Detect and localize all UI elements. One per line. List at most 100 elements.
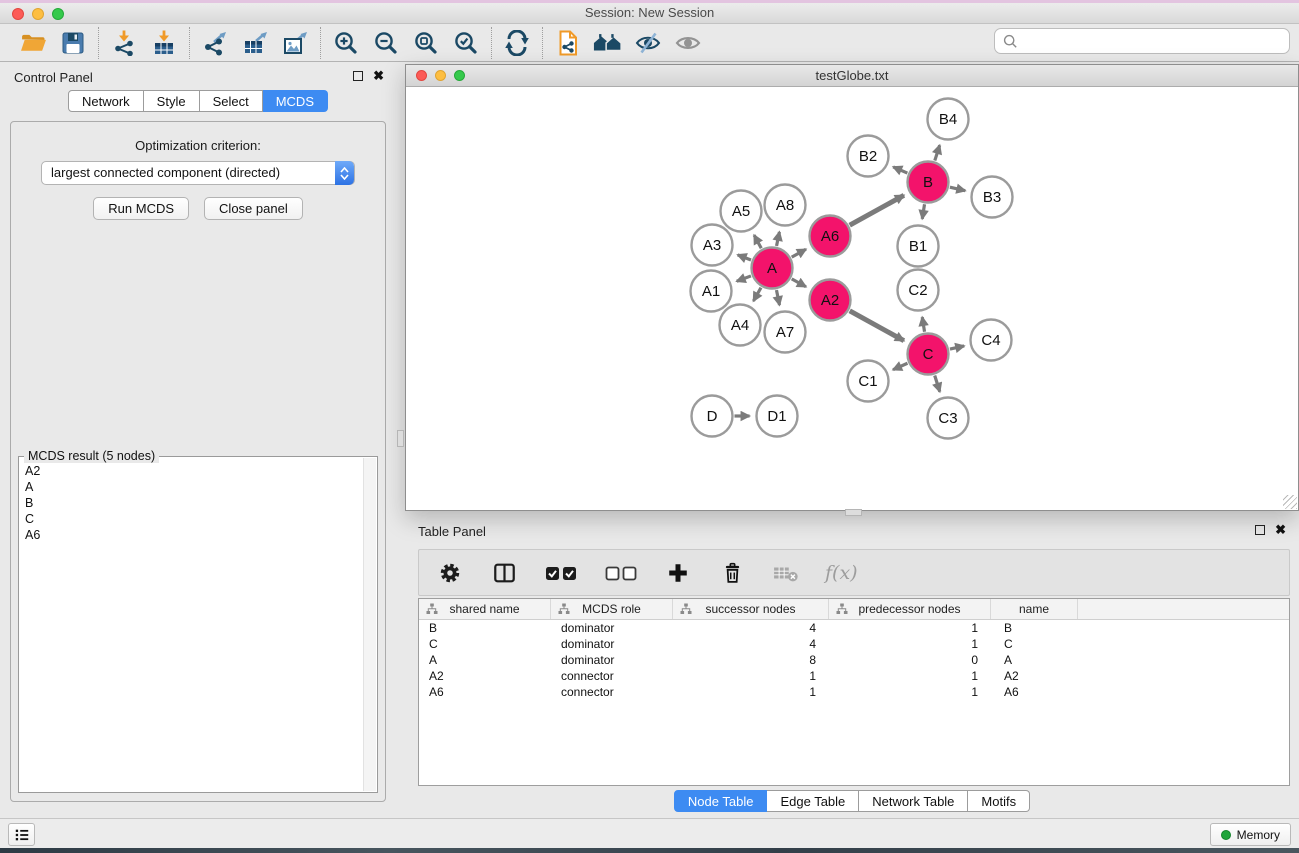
graph-node-C2[interactable]: C2	[898, 270, 939, 311]
table-cell[interactable]: 4	[673, 620, 829, 636]
split-divider-handle-vertical[interactable]	[397, 430, 404, 447]
zoom-out-icon[interactable]	[371, 28, 401, 58]
export-network-icon[interactable]	[200, 28, 230, 58]
column-header-mcds-role[interactable]: MCDS role	[551, 599, 673, 619]
network-window-titlebar[interactable]: testGlobe.txt	[406, 65, 1298, 87]
graph-node-C4[interactable]: C4	[971, 320, 1012, 361]
export-image-icon[interactable]	[280, 28, 310, 58]
graph-node-B[interactable]: B	[908, 162, 949, 203]
table-cell[interactable]: A6	[419, 684, 551, 700]
graph-node-B1[interactable]: B1	[898, 226, 939, 267]
table-row[interactable]: Adominator80A	[419, 652, 1289, 668]
close-panel-icon[interactable]: ✖	[373, 71, 384, 81]
table-cell[interactable]: C	[991, 636, 1078, 652]
mcds-result-item[interactable]: B	[25, 495, 375, 511]
table-row[interactable]: Bdominator41B	[419, 620, 1289, 636]
split-divider-handle-horizontal[interactable]	[845, 509, 862, 516]
table-cell[interactable]: 1	[829, 636, 991, 652]
graph-node-A2[interactable]: A2	[810, 280, 851, 321]
table-cell[interactable]: 1	[829, 620, 991, 636]
graph-node-A8[interactable]: A8	[765, 185, 806, 226]
graph-node-A7[interactable]: A7	[765, 312, 806, 353]
table-cell[interactable]: 1	[829, 668, 991, 684]
table-cell[interactable]: dominator	[551, 652, 673, 668]
network-canvas[interactable]: AA1A2A3A4A5A6A7A8BB1B2B3B4CC1C2C3C4DD1	[406, 87, 1298, 510]
table-cell[interactable]: 0	[829, 652, 991, 668]
float-panel-icon[interactable]	[353, 71, 363, 81]
search-box[interactable]	[994, 28, 1290, 54]
graph-edge-A2-C[interactable]	[850, 311, 904, 341]
table-cell[interactable]: dominator	[551, 620, 673, 636]
table-cell[interactable]: 8	[673, 652, 829, 668]
table-cell[interactable]: dominator	[551, 636, 673, 652]
graph-node-C[interactable]: C	[908, 334, 949, 375]
table-settings-gear-icon[interactable]	[435, 558, 465, 588]
graph-node-A1[interactable]: A1	[691, 271, 732, 312]
table-cell[interactable]: A6	[991, 684, 1078, 700]
graph-edge-C-C2[interactable]	[922, 317, 924, 332]
table-cell[interactable]: connector	[551, 684, 673, 700]
graph-node-A6[interactable]: A6	[810, 216, 851, 257]
graph-node-D[interactable]: D	[692, 396, 733, 437]
table-cell[interactable]: connector	[551, 668, 673, 684]
table-cell[interactable]: 1	[673, 668, 829, 684]
graph-edge-A6-B[interactable]	[850, 195, 904, 225]
show-column-icon[interactable]	[489, 558, 519, 588]
graph-edge-C-C4[interactable]	[950, 346, 964, 349]
table-cell[interactable]: A2	[991, 668, 1078, 684]
graph-node-C1[interactable]: C1	[848, 361, 889, 402]
graph-edge-C-C3[interactable]	[935, 375, 940, 391]
column-header-successor-nodes[interactable]: successor nodes	[673, 599, 829, 619]
graph-node-B4[interactable]: B4	[928, 99, 969, 140]
graph-edge-A-A1[interactable]	[737, 276, 751, 281]
close-table-panel-icon[interactable]: ✖	[1275, 525, 1286, 535]
task-history-button[interactable]	[8, 823, 35, 846]
zoom-network-window-button[interactable]	[454, 70, 465, 81]
hide-selected-eye-icon[interactable]	[633, 28, 663, 58]
graph-edge-C-C1[interactable]	[893, 363, 907, 369]
mcds-result-item[interactable]: A6	[25, 527, 375, 543]
graph-node-B2[interactable]: B2	[848, 136, 889, 177]
graph-edge-A-A2[interactable]	[792, 279, 806, 287]
graph-edge-A-A4[interactable]	[753, 288, 761, 301]
tab-network[interactable]: Network	[68, 90, 144, 112]
close-window-button[interactable]	[12, 8, 24, 20]
zoom-selected-icon[interactable]	[451, 28, 481, 58]
graph-node-A5[interactable]: A5	[721, 191, 762, 232]
minimize-network-window-button[interactable]	[435, 70, 446, 81]
graph-edge-B-B1[interactable]	[922, 204, 924, 219]
run-mcds-button[interactable]: Run MCDS	[93, 197, 189, 220]
deselect-all-icon[interactable]	[603, 558, 639, 588]
zoom-fit-icon[interactable]	[411, 28, 441, 58]
column-header-predecessor-nodes[interactable]: predecessor nodes	[829, 599, 991, 619]
export-table-icon[interactable]	[240, 28, 270, 58]
graph-edge-B-B3[interactable]	[950, 187, 965, 191]
add-column-icon[interactable]	[663, 558, 693, 588]
mcds-result-item[interactable]: A	[25, 479, 375, 495]
tab-select[interactable]: Select	[200, 90, 263, 112]
close-panel-button[interactable]: Close panel	[204, 197, 303, 220]
graph-node-C3[interactable]: C3	[928, 398, 969, 439]
network-graph[interactable]: AA1A2A3A4A5A6A7A8BB1B2B3B4CC1C2C3C4DD1	[406, 87, 1298, 510]
table-row[interactable]: A6connector11A6	[419, 684, 1289, 700]
table-cell[interactable]: 1	[829, 684, 991, 700]
graph-node-A[interactable]: A	[752, 248, 793, 289]
tab-style[interactable]: Style	[144, 90, 200, 112]
graph-edge-B-B2[interactable]	[893, 167, 907, 173]
minimize-window-button[interactable]	[32, 8, 44, 20]
tab-motifs[interactable]: Motifs	[968, 790, 1030, 812]
table-row[interactable]: Cdominator41C	[419, 636, 1289, 652]
table-cell[interactable]: 1	[673, 684, 829, 700]
refresh-icon[interactable]	[502, 28, 532, 58]
graph-node-A4[interactable]: A4	[720, 305, 761, 346]
tab-node-table[interactable]: Node Table	[674, 790, 768, 812]
new-network-from-selection-icon[interactable]	[553, 28, 583, 58]
window-resize-grip[interactable]	[1283, 495, 1297, 509]
graph-edge-A-A7[interactable]	[776, 290, 779, 305]
table-cell[interactable]: A	[991, 652, 1078, 668]
graph-edge-A-A6[interactable]	[792, 249, 806, 257]
tab-network-table[interactable]: Network Table	[859, 790, 968, 812]
import-network-icon[interactable]	[109, 28, 139, 58]
graph-node-B3[interactable]: B3	[972, 177, 1013, 218]
table-cell[interactable]: 4	[673, 636, 829, 652]
